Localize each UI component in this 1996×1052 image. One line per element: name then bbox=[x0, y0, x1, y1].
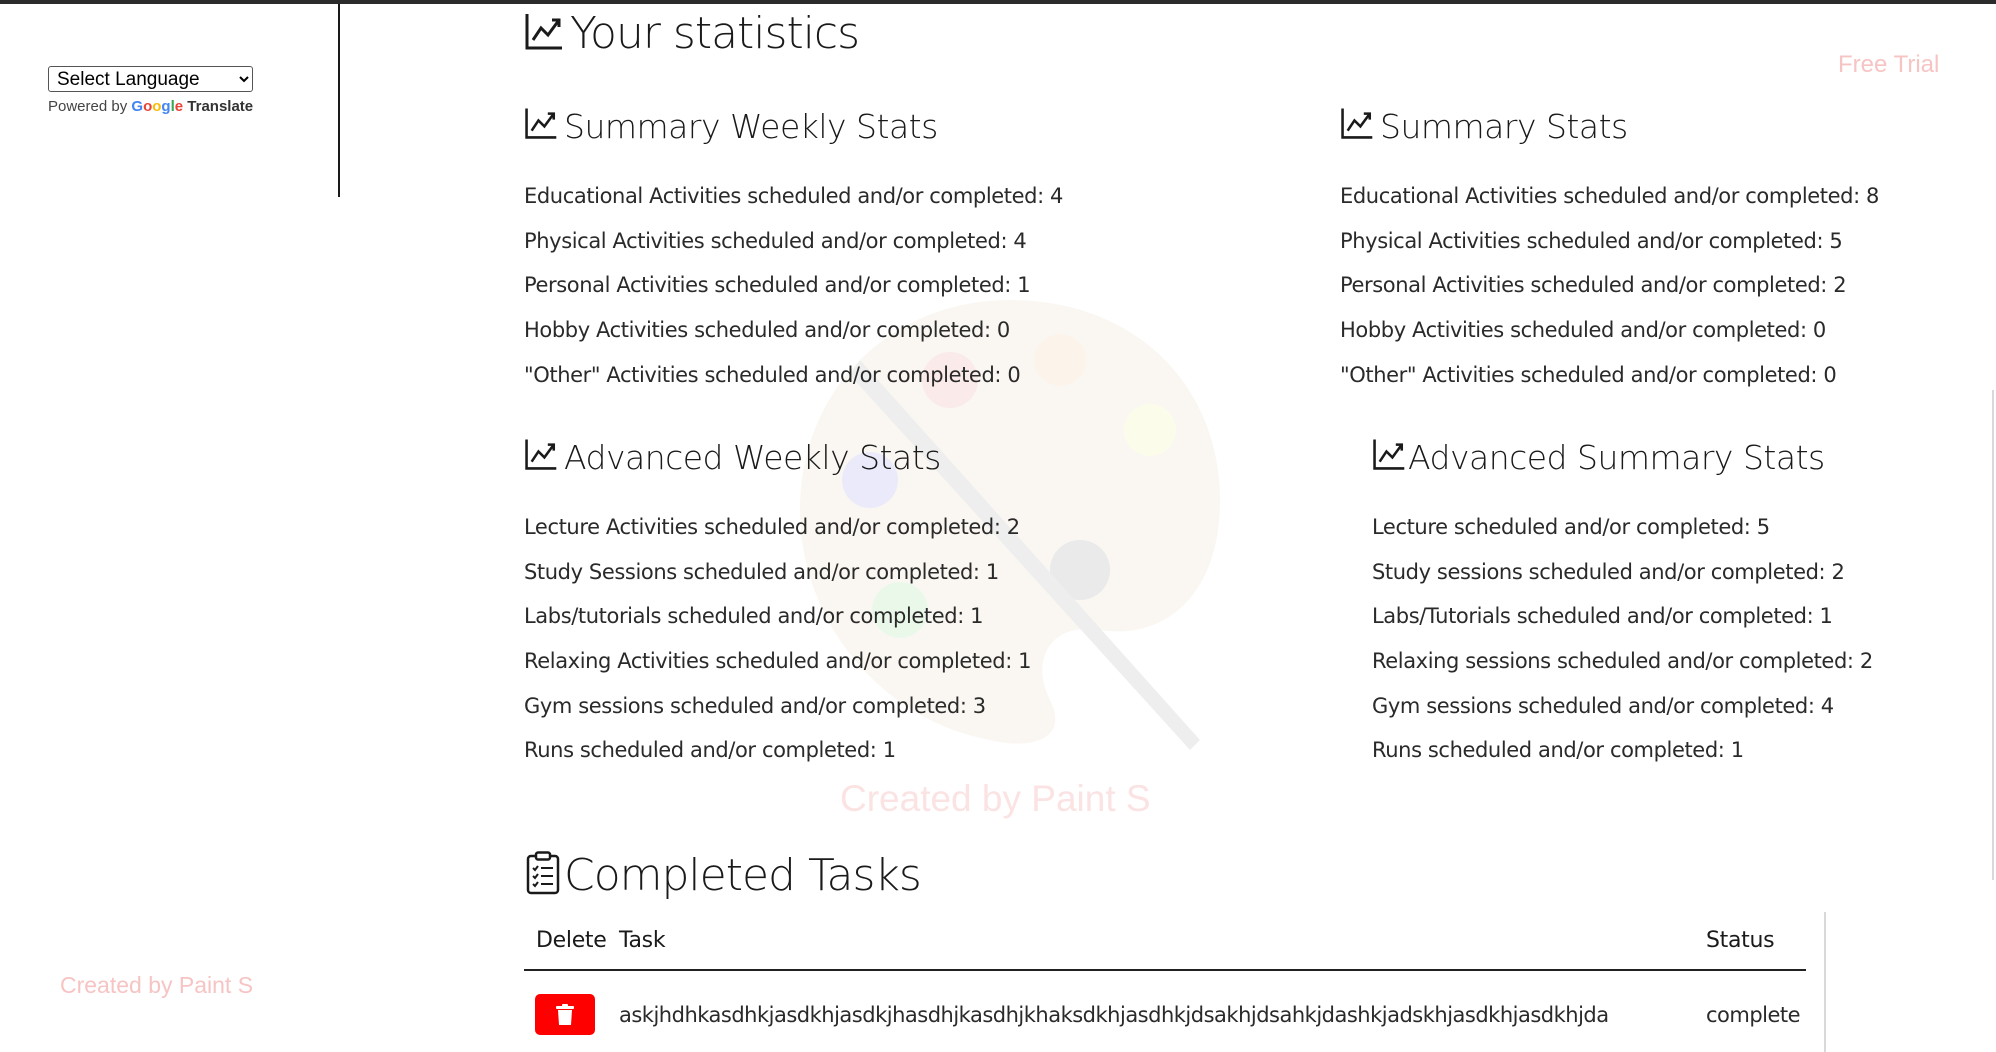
stat-item: Lecture scheduled and/or completed: 5 bbox=[1372, 515, 1770, 539]
stat-item: Lecture Activities scheduled and/or comp… bbox=[524, 515, 1020, 539]
completed-tasks-heading: Completed Tasks bbox=[526, 850, 922, 901]
stat-item: Educational Activities scheduled and/or … bbox=[1340, 184, 1879, 208]
task-text: askjhdhkasdhkjasdkhjasdkjhasdhjkasdhjkha… bbox=[619, 1003, 1609, 1027]
advanced-weekly-heading: Advanced Weekly Stats bbox=[524, 437, 941, 477]
stat-item: Runs scheduled and/or completed: 1 bbox=[524, 738, 896, 763]
advanced-summary-title: Advanced Summary Stats bbox=[1408, 438, 1825, 477]
summary-stats-heading: Summary Stats bbox=[1340, 106, 1628, 146]
stat-item: Relaxing sessions scheduled and/or compl… bbox=[1372, 649, 1873, 674]
language-select[interactable]: Select Language bbox=[48, 66, 253, 92]
page-title-text: Your statistics bbox=[570, 8, 860, 59]
clipboard-checklist-icon bbox=[526, 851, 560, 895]
stat-item: Physical Activities scheduled and/or com… bbox=[1340, 228, 1843, 253]
column-header-status: Status bbox=[1706, 928, 1775, 953]
google-logo-letter: G bbox=[131, 98, 144, 115]
google-logo-letter: g bbox=[161, 98, 171, 115]
page-scrollbar[interactable] bbox=[1992, 390, 1994, 880]
trend-chart-icon bbox=[525, 439, 557, 470]
stat-item: Hobby Activities scheduled and/or comple… bbox=[1340, 318, 1826, 343]
summary-weekly-title: Summary Weekly Stats bbox=[564, 107, 938, 146]
stat-item: Study sessions scheduled and/or complete… bbox=[1372, 559, 1845, 584]
stat-item: Personal Activities scheduled and/or com… bbox=[524, 273, 1031, 298]
trend-chart-icon bbox=[525, 108, 557, 139]
trend-chart-icon bbox=[1373, 439, 1405, 470]
task-status: complete bbox=[1706, 1003, 1801, 1027]
top-border bbox=[0, 0, 1996, 4]
translate-link[interactable]: Translate bbox=[187, 98, 253, 115]
sidebar-watermark: Created by Paint S bbox=[60, 972, 254, 998]
advanced-weekly-list: Lecture Activities scheduled and/or comp… bbox=[524, 512, 1032, 780]
page-title: Your statistics bbox=[524, 8, 860, 59]
column-header-delete: Delete bbox=[536, 928, 607, 953]
advanced-summary-list: Lecture scheduled and/or completed: 5 St… bbox=[1372, 512, 1873, 780]
stat-item: Gym sessions scheduled and/or completed:… bbox=[1372, 693, 1834, 718]
google-logo: Google bbox=[131, 98, 183, 115]
summary-stats-title: Summary Stats bbox=[1380, 107, 1628, 146]
stat-item: Gym sessions scheduled and/or completed:… bbox=[524, 693, 986, 718]
completed-tasks-title: Completed Tasks bbox=[564, 850, 922, 901]
delete-task-button[interactable] bbox=[535, 994, 595, 1035]
stat-item: Physical Activities scheduled and/or com… bbox=[524, 228, 1027, 253]
google-logo-letter: e bbox=[174, 98, 184, 115]
summary-stats-list: Educational Activities scheduled and/or … bbox=[1340, 181, 1879, 404]
stat-item: Runs scheduled and/or completed: 1 bbox=[1372, 738, 1744, 763]
column-header-task: Task bbox=[619, 928, 666, 953]
google-logo-letter: o bbox=[143, 98, 153, 115]
table-scroll-edge bbox=[1824, 912, 1826, 1052]
paint-spot bbox=[1124, 404, 1176, 456]
summary-weekly-heading: Summary Weekly Stats bbox=[524, 106, 938, 146]
stat-item: Personal Activities scheduled and/or com… bbox=[1340, 273, 1847, 298]
table-header-rule bbox=[524, 969, 1806, 971]
stat-item: Labs/Tutorials scheduled and/or complete… bbox=[1372, 604, 1833, 629]
trend-chart-icon bbox=[1341, 108, 1373, 139]
advanced-weekly-title: Advanced Weekly Stats bbox=[564, 438, 941, 477]
powered-by-google-translate: Powered by Google Translate bbox=[48, 98, 253, 115]
stat-item: Relaxing Activities scheduled and/or com… bbox=[524, 649, 1032, 674]
sidebar-divider bbox=[338, 4, 340, 197]
stat-item: Hobby Activities scheduled and/or comple… bbox=[524, 318, 1010, 343]
center-watermark: Created by Paint S bbox=[840, 778, 1151, 819]
advanced-summary-heading: Advanced Summary Stats bbox=[1372, 437, 1825, 477]
stat-item: Study Sessions scheduled and/or complete… bbox=[524, 559, 999, 584]
stat-item: "Other" Activities scheduled and/or comp… bbox=[524, 362, 1021, 387]
free-trial-link[interactable]: Free Trial bbox=[1838, 51, 1939, 79]
summary-weekly-list: Educational Activities scheduled and/or … bbox=[524, 181, 1063, 404]
powered-by-label: Powered by bbox=[48, 98, 128, 115]
trash-icon bbox=[556, 1003, 574, 1025]
stat-item: Labs/tutorials scheduled and/or complete… bbox=[524, 604, 984, 629]
stat-item: Educational Activities scheduled and/or … bbox=[524, 184, 1063, 208]
trend-chart-icon bbox=[525, 14, 562, 50]
stat-item: "Other" Activities scheduled and/or comp… bbox=[1340, 362, 1837, 387]
